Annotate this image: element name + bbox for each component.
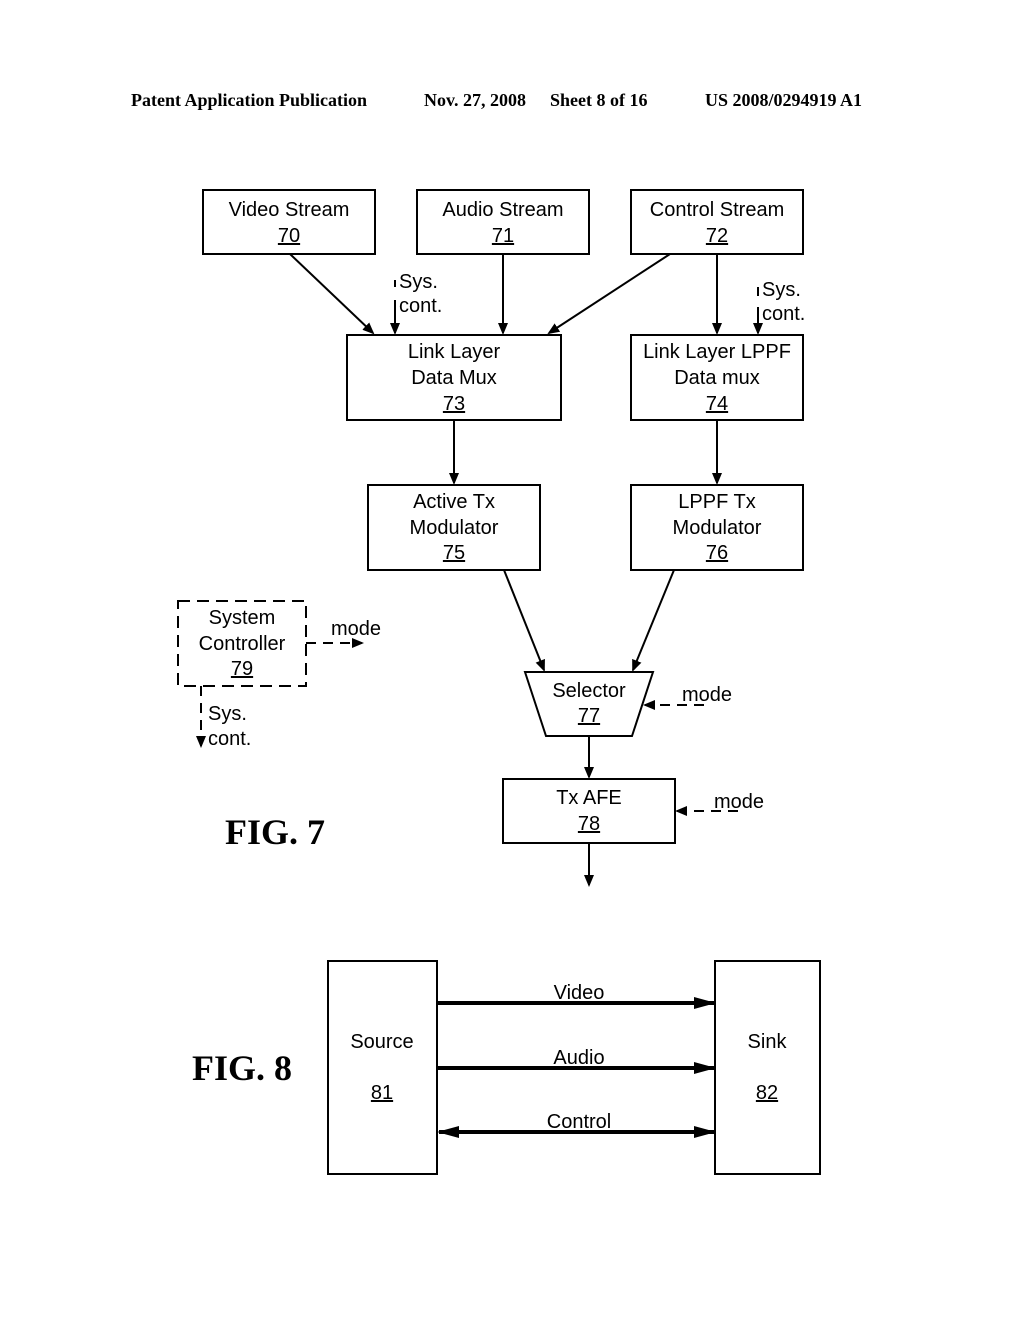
block-system-controller: System Controller 79 [177, 600, 307, 687]
block-label: Video Stream [229, 199, 350, 221]
block-ref: 75 [443, 542, 465, 564]
arrow-lppf-mod-to-selector [632, 569, 675, 672]
block-label: Modulator [410, 517, 499, 539]
block-audio-stream: Audio Stream 71 [416, 189, 590, 255]
fig8-label: FIG. 8 [192, 1048, 292, 1088]
link-label: Audio [553, 1047, 604, 1069]
sys-label: Sys. [762, 279, 801, 301]
arrow-video-to-mux [289, 253, 375, 335]
block-ref: 74 [706, 393, 728, 415]
link-audio: Audio [437, 1047, 716, 1074]
mode-label: mode [331, 618, 381, 640]
block-ref: 77 [578, 705, 600, 727]
sys-label: Sys. [399, 271, 438, 293]
block-label: Data Mux [411, 367, 497, 389]
block-ref: 82 [756, 1082, 778, 1104]
cont-label: cont. [762, 303, 805, 325]
block-label: Modulator [673, 517, 762, 539]
arrow-control-to-mux [547, 253, 671, 335]
block-label: Audio Stream [442, 199, 563, 221]
block-ref: 72 [706, 225, 728, 247]
block-active-tx-modulator: Active Tx Modulator 75 [367, 484, 541, 571]
block-label: Source [350, 1031, 413, 1053]
block-link-layer-lppf-data-mux: Link Layer LPPF Data mux 74 [630, 334, 804, 421]
block-label: Link Layer LPPF [643, 341, 791, 363]
block-label: Data mux [674, 367, 760, 389]
block-label: Sink [748, 1031, 788, 1053]
block-label: Link Layer [408, 341, 501, 363]
mode-input-selector: mode [643, 684, 732, 710]
block-tx-afe: Tx AFE 78 [502, 778, 676, 844]
block-selector: Selector 77 [523, 671, 655, 737]
sys-cont-input-74: Sys. cont. [753, 279, 805, 335]
block-control-stream: Control Stream 72 [630, 189, 804, 255]
sys-cont-output-system-controller: Sys. cont. [196, 686, 251, 750]
patent-drawing: Video Stream 70 Audio Stream 71 Control … [177, 189, 821, 1175]
block-ref: 81 [371, 1082, 393, 1104]
mode-label: mode [714, 791, 764, 813]
block-ref: 73 [443, 393, 465, 415]
fig7-label: FIG. 7 [225, 812, 325, 852]
link-control: Control [437, 1111, 716, 1138]
block-sink: Sink 82 [714, 960, 821, 1175]
block-label: Selector [552, 680, 626, 702]
mode-label: mode [682, 684, 732, 706]
link-label: Control [547, 1111, 611, 1133]
block-video-stream: Video Stream 70 [202, 189, 376, 255]
sys-label: Sys. [208, 703, 247, 725]
mode-output-system-controller: mode [306, 618, 381, 648]
link-video: Video [437, 982, 716, 1009]
block-label: System [209, 607, 276, 629]
sys-cont-input-73: Sys. cont. [390, 271, 442, 335]
block-link-layer-data-mux: Link Layer Data Mux 73 [346, 334, 562, 421]
mode-input-tx-afe: mode [675, 791, 764, 816]
block-ref: 76 [706, 542, 728, 564]
block-ref: 71 [492, 225, 514, 247]
block-label: Active Tx [413, 491, 495, 513]
block-source: Source 81 [327, 960, 438, 1175]
block-label: LPPF Tx [678, 491, 755, 513]
block-lppf-tx-modulator: LPPF Tx Modulator 76 [630, 484, 804, 571]
block-label: Tx AFE [556, 787, 622, 809]
block-ref: 78 [578, 813, 600, 835]
block-ref: 79 [231, 658, 253, 680]
block-label: Controller [199, 633, 286, 655]
cont-label: cont. [208, 728, 251, 750]
link-label: Video [554, 982, 605, 1004]
block-ref: 70 [278, 225, 300, 247]
cont-label: cont. [399, 295, 442, 317]
block-label: Control Stream [650, 199, 785, 221]
arrow-active-mod-to-selector [503, 569, 545, 672]
